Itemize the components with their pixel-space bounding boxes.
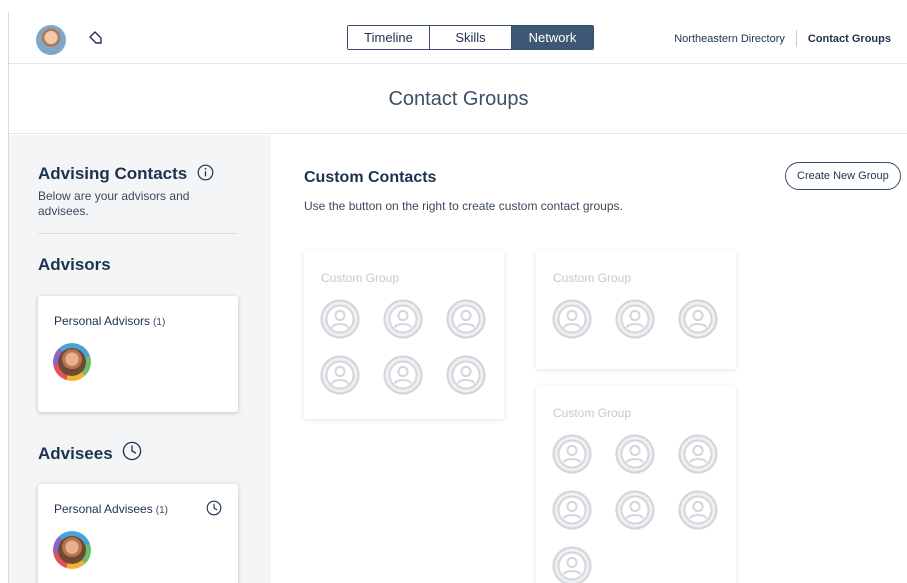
- personal-advisees-card[interactable]: Personal Advisees (1): [38, 484, 238, 583]
- clock-icon[interactable]: [206, 500, 222, 516]
- clock-icon[interactable]: [122, 441, 142, 461]
- empty-contact-icon[interactable]: [446, 355, 486, 395]
- advising-sidebar: Advising Contacts Below are your advisor…: [9, 135, 271, 583]
- empty-contact-icon[interactable]: [615, 434, 655, 474]
- custom-contacts-description: Use the button on the right to create cu…: [304, 199, 623, 213]
- empty-contact-icon[interactable]: [615, 299, 655, 339]
- advisee-avatar[interactable]: [53, 531, 91, 569]
- contact-groups-link[interactable]: Contact Groups: [808, 33, 891, 45]
- empty-contact-icon[interactable]: [383, 355, 423, 395]
- advisees-heading: Advisees: [38, 441, 142, 464]
- empty-contact-icon[interactable]: [678, 490, 718, 530]
- contact-slots: [320, 299, 486, 395]
- northeastern-directory-link[interactable]: Northeastern Directory: [674, 33, 785, 45]
- personal-advisors-card[interactable]: Personal Advisors (1): [38, 296, 238, 412]
- empty-contact-icon[interactable]: [383, 299, 423, 339]
- create-new-group-button[interactable]: Create New Group: [785, 162, 901, 190]
- advising-contacts-title: Advising Contacts: [38, 164, 188, 183]
- top-bar: Timeline Skills Network Northeastern Dir…: [9, 12, 907, 64]
- advising-description: Below are your advisors and advisees.: [38, 189, 190, 218]
- user-avatar[interactable]: [36, 25, 66, 55]
- contact-slots: [552, 434, 718, 583]
- empty-contact-icon[interactable]: [320, 299, 360, 339]
- personal-advisors-count: (1): [153, 317, 166, 328]
- tab-skills[interactable]: Skills: [430, 26, 512, 49]
- tab-timeline[interactable]: Timeline: [348, 26, 430, 49]
- custom-group-card[interactable]: Custom Group: [536, 386, 736, 583]
- app-window: Timeline Skills Network Northeastern Dir…: [8, 12, 907, 583]
- personal-advisees-label: Personal Advisees (1): [54, 502, 168, 516]
- custom-group-label: Custom Group: [321, 271, 400, 285]
- advisees-title: Advisees: [38, 444, 113, 463]
- empty-contact-icon[interactable]: [552, 434, 592, 474]
- advisor-avatar[interactable]: [53, 343, 91, 381]
- page-title: Contact Groups: [388, 88, 529, 110]
- advisors-heading: Advisors: [38, 255, 111, 274]
- empty-contact-icon[interactable]: [552, 490, 592, 530]
- custom-group-label: Custom Group: [553, 271, 632, 285]
- title-bar: Contact Groups: [9, 64, 907, 134]
- custom-contacts-heading: Custom Contacts: [304, 169, 437, 186]
- tab-network[interactable]: Network: [512, 26, 593, 49]
- empty-contact-icon[interactable]: [615, 490, 655, 530]
- custom-group-card[interactable]: Custom Group: [536, 251, 736, 369]
- custom-group-label: Custom Group: [553, 406, 632, 420]
- custom-contacts-panel: Custom Contacts Use the button on the ri…: [271, 135, 907, 583]
- empty-contact-icon[interactable]: [446, 299, 486, 339]
- empty-contact-icon[interactable]: [552, 546, 592, 583]
- empty-contact-icon[interactable]: [320, 355, 360, 395]
- advising-contacts-heading: Advising Contacts: [38, 164, 214, 184]
- contact-slots: [552, 299, 718, 339]
- tag-icon[interactable]: [84, 28, 104, 48]
- advisor-photo: [58, 348, 86, 376]
- personal-advisees-title: Personal Advisees: [54, 502, 153, 516]
- advisee-photo: [58, 536, 86, 564]
- info-icon[interactable]: [197, 164, 214, 181]
- sidebar-divider: [38, 233, 238, 234]
- empty-contact-icon[interactable]: [552, 299, 592, 339]
- personal-advisors-title: Personal Advisors: [54, 314, 151, 328]
- empty-contact-icon[interactable]: [678, 434, 718, 474]
- link-divider: [795, 30, 797, 47]
- top-links: Northeastern Directory Contact Groups: [674, 30, 891, 47]
- custom-group-card[interactable]: Custom Group: [304, 251, 504, 419]
- empty-contact-icon[interactable]: [678, 299, 718, 339]
- view-tabs: Timeline Skills Network: [347, 25, 594, 50]
- personal-advisees-count: (1): [155, 505, 168, 516]
- personal-advisors-label: Personal Advisors (1): [54, 314, 165, 328]
